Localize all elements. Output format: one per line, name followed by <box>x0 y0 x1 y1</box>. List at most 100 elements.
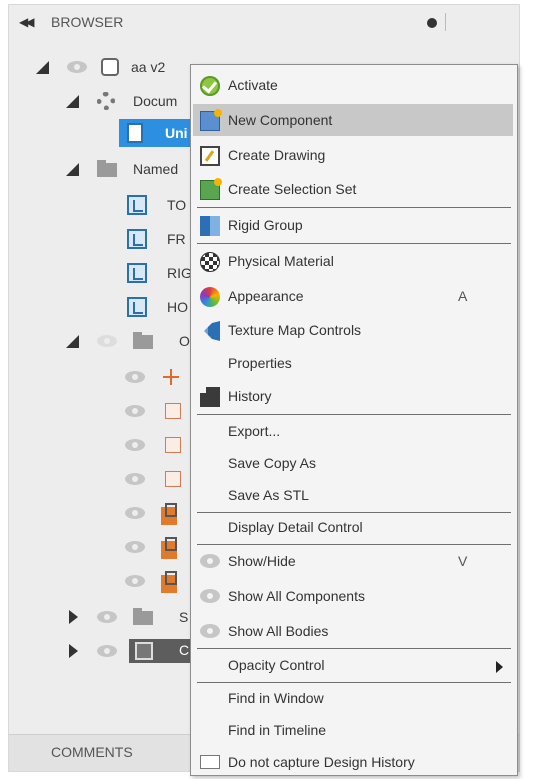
menu-item-properties[interactable]: Properties <box>193 347 513 379</box>
tree-row-origin[interactable]: O <box>9 327 199 355</box>
axis-icon <box>165 403 181 419</box>
eye-icon[interactable] <box>125 405 145 417</box>
menu-item-label: Export... <box>228 423 281 439</box>
new-component-icon <box>200 109 222 131</box>
tree-row-named-views[interactable]: Named <box>9 155 199 183</box>
collapse-triangle-icon[interactable] <box>69 644 78 658</box>
collapse-triangle-icon[interactable] <box>69 610 78 624</box>
plane-icon <box>161 503 177 525</box>
menu-item-label: Physical Material <box>228 253 334 269</box>
named-view-icon <box>127 263 147 283</box>
menu-item-activate[interactable]: Activate <box>193 69 513 101</box>
menu-item-label: Display Detail Control <box>228 519 363 535</box>
named-views-label: Named <box>133 161 179 177</box>
expand-triangle-icon[interactable] <box>66 335 79 348</box>
menu-item-label: History <box>228 388 272 404</box>
physical-material-icon <box>200 252 220 272</box>
tree-row-document-settings[interactable]: Docum <box>9 87 199 115</box>
tree-row-sketches[interactable]: S <box>9 603 199 631</box>
document-settings-label: Docum <box>133 93 178 109</box>
tree-row-named-view[interactable]: HO <box>9 293 199 321</box>
eye-icon[interactable] <box>125 541 145 553</box>
eye-icon[interactable] <box>97 335 117 347</box>
menu-item-opacity-control[interactable]: Opacity Control <box>193 649 513 681</box>
eye-icon[interactable] <box>125 371 145 383</box>
menu-item-display-detail-control[interactable]: Display Detail Control <box>193 511 513 543</box>
menu-item-label: Find in Window <box>228 690 324 706</box>
named-view-icon <box>127 195 147 215</box>
tree-row-origin-point[interactable] <box>9 363 199 391</box>
menu-item-history[interactable]: History <box>193 380 513 412</box>
eye-icon[interactable] <box>125 473 145 485</box>
tree-row-named-view[interactable]: FR <box>9 225 199 253</box>
gear-icon <box>97 92 115 110</box>
collapse-icon[interactable]: ◀◀ <box>19 15 35 29</box>
menu-item-label: New Component <box>228 112 333 128</box>
named-view-label: FR <box>167 231 186 247</box>
menu-item-label: Create Selection Set <box>228 181 357 197</box>
menu-item-do-not-capture-history[interactable]: Do not capture Design History <box>193 746 513 778</box>
create-drawing-icon <box>200 146 220 166</box>
menu-item-save-as-stl[interactable]: Save As STL <box>193 479 513 511</box>
named-view-label: HO <box>167 299 188 315</box>
axis-icon <box>165 471 181 487</box>
named-view-icon <box>127 229 147 249</box>
tree-row-origin-axis[interactable] <box>9 431 199 459</box>
menu-item-new-component[interactable]: New Component <box>193 104 513 136</box>
body-icon <box>135 642 153 660</box>
axis-icon <box>165 437 181 453</box>
appearance-icon <box>200 287 220 307</box>
menu-item-rigid-group[interactable]: Rigid Group <box>193 209 513 241</box>
eye-icon[interactable] <box>97 611 117 623</box>
expand-triangle-icon[interactable] <box>66 95 79 108</box>
menu-item-show-hide[interactable]: Show/Hide V <box>193 545 513 577</box>
menu-item-label: Texture Map Controls <box>228 322 362 338</box>
tree-row-root[interactable]: aa v2 <box>9 53 209 81</box>
menu-separator <box>197 243 511 244</box>
menu-item-show-all-bodies[interactable]: Show All Bodies <box>193 615 513 647</box>
menu-item-label: Save Copy As <box>228 455 316 471</box>
selection-set-icon <box>200 178 222 200</box>
folder-icon <box>133 608 153 625</box>
menu-item-label: Rigid Group <box>228 217 303 233</box>
component-highlight[interactable]: C <box>129 639 199 663</box>
origin-point-icon <box>163 369 179 385</box>
menu-item-appearance[interactable]: Appearance A <box>193 280 513 312</box>
menu-item-save-copy-as[interactable]: Save Copy As <box>193 447 513 479</box>
submenu-arrow-icon <box>496 661 503 673</box>
texture-map-icon <box>204 321 220 341</box>
tree-row-origin-axis[interactable] <box>9 397 199 425</box>
tree-row-units[interactable]: Uni <box>119 119 199 147</box>
menu-item-find-in-window[interactable]: Find in Window <box>193 682 513 714</box>
tree-row-origin-axis[interactable] <box>9 465 199 493</box>
eye-icon[interactable] <box>125 507 145 519</box>
eye-icon[interactable] <box>125 575 145 587</box>
plane-icon <box>161 571 177 593</box>
tree-row-origin-plane[interactable] <box>9 499 199 527</box>
menu-item-label: Show All Bodies <box>228 623 329 639</box>
menu-item-label: Find in Timeline <box>228 722 327 738</box>
expand-triangle-icon[interactable] <box>66 163 79 176</box>
eye-icon[interactable] <box>125 439 145 451</box>
tree-row-named-view[interactable]: TO <box>9 191 199 219</box>
eye-icon[interactable] <box>67 61 87 73</box>
menu-item-create-drawing[interactable]: Create Drawing <box>193 139 513 171</box>
menu-item-label: Activate <box>228 77 278 93</box>
plane-icon <box>161 537 177 559</box>
menu-item-label: Show All Components <box>228 588 365 604</box>
menu-item-physical-material[interactable]: Physical Material <box>193 245 513 277</box>
menu-item-find-in-timeline[interactable]: Find in Timeline <box>193 714 513 746</box>
tree-row-origin-plane[interactable] <box>9 567 199 595</box>
expand-triangle-icon[interactable] <box>36 61 49 74</box>
tree-row-origin-plane[interactable] <box>9 533 199 561</box>
menu-item-create-selection-set[interactable]: Create Selection Set <box>193 173 513 205</box>
eye-icon[interactable] <box>97 645 117 657</box>
comments-title: COMMENTS <box>51 744 133 760</box>
menu-item-label: Appearance <box>228 288 304 304</box>
menu-item-label: Properties <box>228 355 292 371</box>
pin-icon[interactable] <box>427 18 437 28</box>
menu-item-texture-map-controls[interactable]: Texture Map Controls <box>193 314 513 346</box>
tree-row-named-view[interactable]: RIG <box>9 259 199 287</box>
menu-item-show-all-components[interactable]: Show All Components <box>193 580 513 612</box>
menu-item-export[interactable]: Export... <box>193 415 513 447</box>
